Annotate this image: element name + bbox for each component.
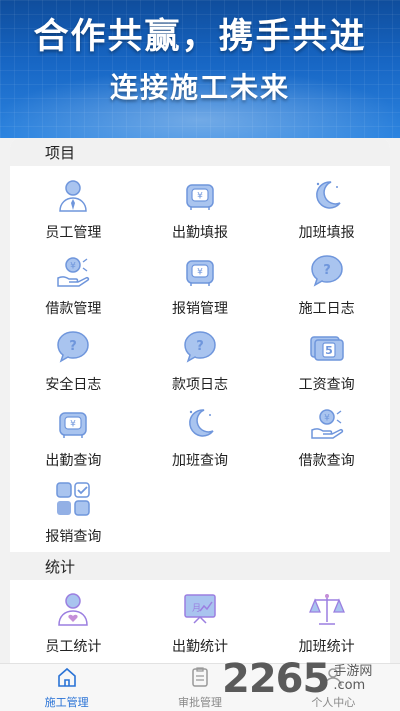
svg-text:?: ? — [196, 339, 204, 354]
tab-2[interactable]: 个人中心 — [267, 664, 400, 711]
tile-label: 报销查询 — [45, 529, 102, 545]
project-grid: 员工管理 ¥ 出勤填报 加班填报 ¥ 借款管理 ¥ 报销管理? 施工日志? 安全日志? 款项日志 5 工… — [10, 166, 390, 552]
moon-icon — [306, 174, 348, 216]
tile-label: 工资查询 — [298, 377, 355, 393]
tile-loan[interactable]: ¥ 借款管理 — [10, 246, 137, 322]
employee-stats-icon — [52, 588, 94, 630]
attendance-icon: ¥ — [52, 402, 94, 444]
svg-text:5: 5 — [325, 344, 333, 357]
svg-text:¥: ¥ — [70, 262, 76, 272]
tab-0[interactable]: 施工管理 — [0, 664, 133, 711]
loan-icon: ¥ — [306, 402, 348, 444]
svg-text:¥: ¥ — [70, 420, 76, 430]
home-icon — [56, 666, 78, 692]
main-card: 项目 员工管理 ¥ 出勤填报 加班填报 ¥ 借款管理 ¥ 报销管理? 施工日志? 安全日志? 款项日… — [10, 138, 390, 663]
tile-label: 报销管理 — [171, 301, 228, 317]
svg-text:?: ? — [70, 339, 78, 354]
tile-employee[interactable]: 员工管理 — [10, 170, 137, 246]
tile-moon[interactable]: 加班查询 — [137, 398, 264, 474]
tile-chat-question[interactable]: ? 施工日志 — [263, 246, 390, 322]
attendance-icon: ¥ — [179, 174, 221, 216]
tile-chat-question[interactable]: ? 安全日志 — [10, 322, 137, 398]
tile-attendance[interactable]: ¥ 出勤查询 — [10, 398, 137, 474]
svg-text:¥: ¥ — [197, 192, 203, 202]
tile-label: 员工统计 — [45, 639, 102, 655]
moon-icon — [179, 402, 221, 444]
tile-label: 款项日志 — [171, 377, 228, 393]
tile-attendance[interactable]: ¥ 出勤填报 — [137, 170, 264, 246]
tile-label: 出勤填报 — [171, 225, 228, 241]
reimburse-icon: ¥ — [179, 250, 221, 292]
tile-chat-question[interactable]: ? 款项日志 — [137, 322, 264, 398]
tile-label: 安全日志 — [45, 377, 102, 393]
svg-text:¥: ¥ — [197, 268, 203, 278]
chat-question-icon: ? — [306, 250, 348, 292]
tile-employee-stats[interactable]: 员工统计 — [10, 584, 137, 660]
tab-label: 审批管理 — [177, 695, 222, 709]
tile-label: 借款查询 — [298, 453, 355, 469]
svg-text:¥: ¥ — [324, 414, 330, 424]
tile-label: 员工管理 — [45, 225, 102, 241]
banner-subtitle: 连接施工未来 — [109, 71, 290, 104]
salary-icon: 5 — [306, 326, 348, 368]
tile-reimburse[interactable]: ¥ 报销管理 — [137, 246, 264, 322]
svg-text:?: ? — [323, 263, 331, 278]
banner: 合作共赢，携手共进 连接施工未来 — [0, 0, 400, 138]
clipboard-icon — [189, 666, 211, 692]
banner-title: 合作共赢，携手共进 — [33, 17, 367, 57]
svg-text:月: 月 — [192, 603, 201, 614]
bottom-tab-bar: 施工管理 审批管理 个人中心 — [0, 663, 400, 711]
tile-loan[interactable]: ¥ 借款查询 — [263, 398, 390, 474]
stats-grid: 员工统计月出勤统计 加班统计 — [10, 580, 390, 662]
tile-label: 施工日志 — [298, 301, 355, 317]
apps-icon — [52, 478, 94, 520]
tile-label: 出勤统计 — [171, 639, 228, 655]
tile-label: 借款管理 — [45, 301, 102, 317]
chart-board-icon: 月 — [179, 588, 221, 630]
tile-label: 出勤查询 — [45, 453, 102, 469]
tile-apps[interactable]: 报销查询 — [10, 474, 137, 550]
tile-moon[interactable]: 加班填报 — [263, 170, 390, 246]
employee-icon — [52, 174, 94, 216]
tile-salary[interactable]: 5 工资查询 — [263, 322, 390, 398]
tile-label: 加班统计 — [298, 639, 355, 655]
tile-label: 加班填报 — [298, 225, 355, 241]
person-icon — [322, 666, 344, 692]
tile-label: 加班查询 — [171, 453, 228, 469]
tile-chart-board[interactable]: 月出勤统计 — [137, 584, 264, 660]
tab-1[interactable]: 审批管理 — [133, 664, 266, 711]
section-header-project: 项目 — [10, 138, 390, 166]
chat-question-icon: ? — [52, 326, 94, 368]
loan-icon: ¥ — [52, 250, 94, 292]
chat-question-icon: ? — [179, 326, 221, 368]
tab-label: 个人中心 — [311, 695, 356, 709]
section-header-stats: 统计 — [10, 552, 390, 580]
tab-label: 施工管理 — [44, 695, 89, 709]
scale-icon — [306, 588, 348, 630]
tile-scale[interactable]: 加班统计 — [263, 584, 390, 660]
